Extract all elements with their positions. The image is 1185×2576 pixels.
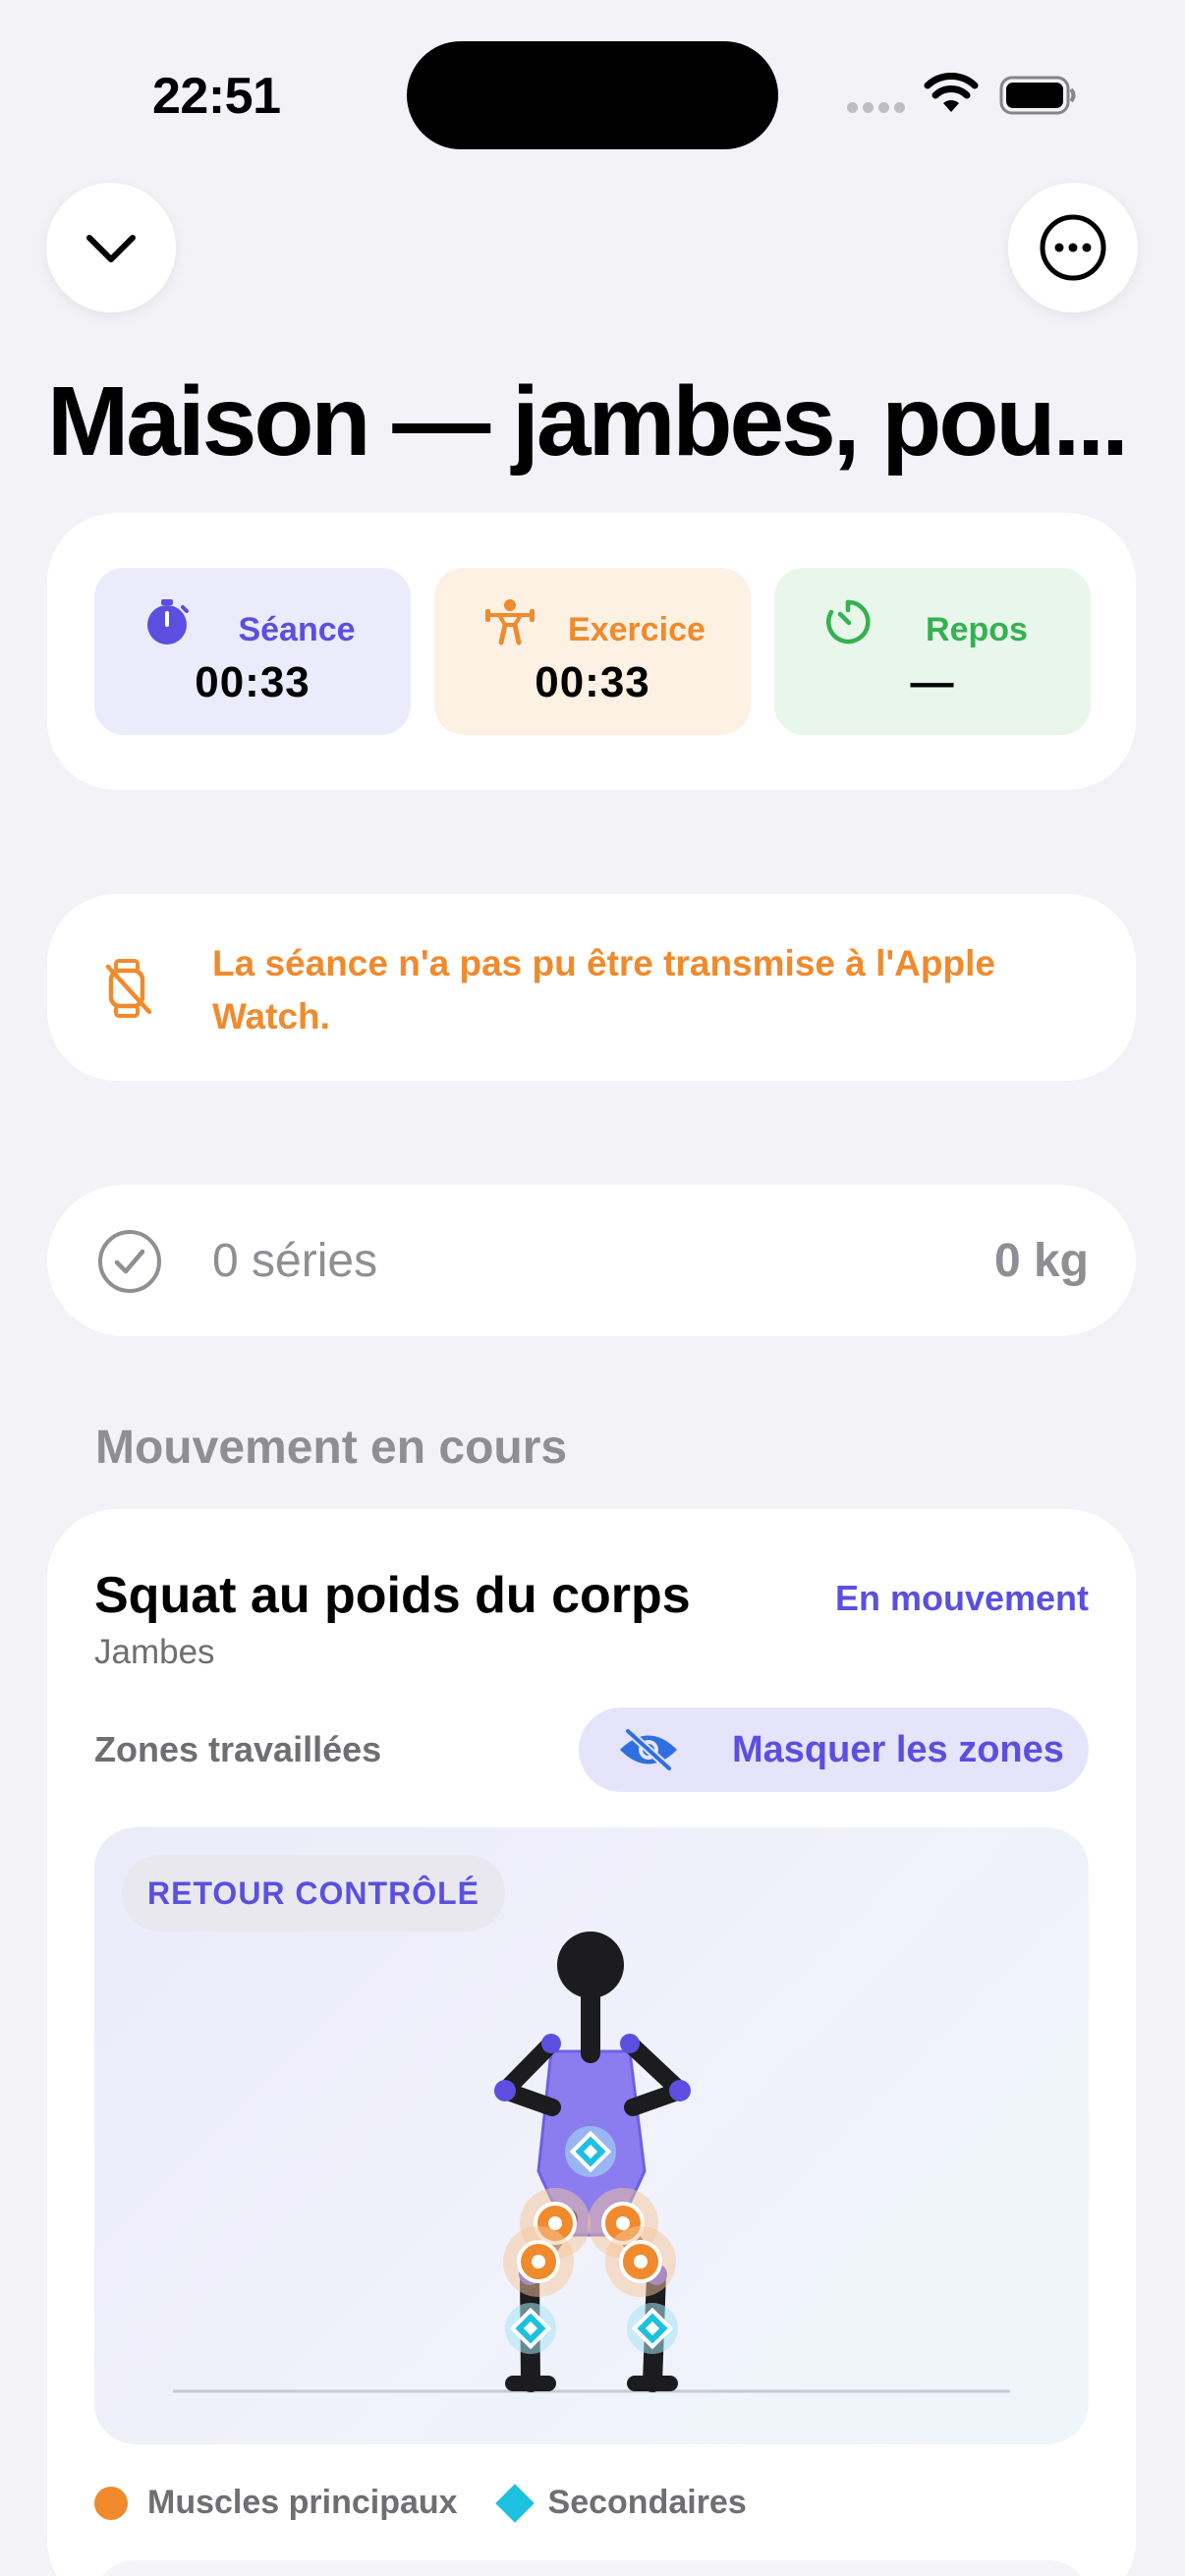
rest-timer-label: Repos xyxy=(926,611,1028,648)
next-section-hint xyxy=(94,2560,1089,2576)
secondary-zone-marker xyxy=(565,2126,616,2177)
primary-muscle-legend-label: Muscles principaux xyxy=(147,2484,458,2521)
wifi-icon xyxy=(924,73,979,112)
primary-zone-marker xyxy=(503,2226,574,2297)
session-timer-value: 00:33 xyxy=(195,658,310,706)
hide-zones-label: Masquer les zones xyxy=(732,1729,1064,1770)
secondary-zone-marker xyxy=(627,2303,678,2354)
series-count: 0 séries xyxy=(212,1235,378,1287)
battery-icon xyxy=(999,76,1076,115)
exercise-timer-value: 00:33 xyxy=(535,658,650,706)
zones-legend: Muscles principaux Secondaires xyxy=(94,2483,747,2523)
page-title: Maison — jambes, pou... xyxy=(47,366,1129,476)
chevron-down-icon xyxy=(86,235,136,262)
eye-slash-icon xyxy=(620,1727,677,1772)
rest-timer-value: — xyxy=(910,658,955,706)
zones-label: Zones travaillées xyxy=(94,1729,382,1769)
dynamic-island xyxy=(407,41,778,149)
hide-zones-button[interactable]: Masquer les zones xyxy=(579,1708,1089,1792)
section-title: Mouvement en cours xyxy=(95,1422,568,1474)
current-movement-card: Squat au poids du corps En mouvement Jam… xyxy=(47,1509,1136,2576)
timers-card: Séance 00:33 Exercice 00:33 Repos — xyxy=(47,513,1136,790)
checkmark-circle-icon xyxy=(98,1230,161,1293)
series-summary-row[interactable]: 0 séries 0 kg xyxy=(47,1185,1136,1336)
watch-sync-warning: La séance n'a pas pu être transmise à l'… xyxy=(47,894,1136,1081)
collapse-button[interactable] xyxy=(46,183,176,312)
secondary-muscle-legend-label: Secondaires xyxy=(547,2484,747,2521)
series-weight: 0 kg xyxy=(993,1235,1089,1287)
secondary-muscle-legend-icon xyxy=(494,2483,535,2523)
primary-zone-marker xyxy=(605,2226,676,2297)
watch-sync-warning-text: La séance n'a pas pu être transmise à l'… xyxy=(212,943,995,1036)
status-time: 22:51 xyxy=(152,68,281,125)
exercise-timer-label: Exercice xyxy=(568,611,705,648)
rest-timer: Repos — xyxy=(774,568,1091,735)
ellipsis-circle-icon xyxy=(1040,214,1106,281)
primary-muscle-legend-icon xyxy=(94,2486,128,2520)
watch-slash-icon xyxy=(105,959,152,1018)
exercise-status: En mouvement xyxy=(834,1578,1089,1618)
more-options-button[interactable] xyxy=(1008,183,1138,312)
body-figure-panel: RETOUR CONTRÔLÉ xyxy=(94,1827,1089,2444)
cellular-signal-icon xyxy=(847,102,905,113)
exercise-name: Squat au poids du corps xyxy=(94,1567,691,1624)
session-timer-label: Séance xyxy=(238,611,356,648)
exercise-timer: Exercice 00:33 xyxy=(434,568,751,735)
session-timer: Séance 00:33 xyxy=(94,568,411,735)
squat-figure-illustration xyxy=(173,1932,1010,2393)
secondary-zone-marker xyxy=(505,2303,556,2354)
muscle-group: Jambes xyxy=(94,1633,215,1671)
